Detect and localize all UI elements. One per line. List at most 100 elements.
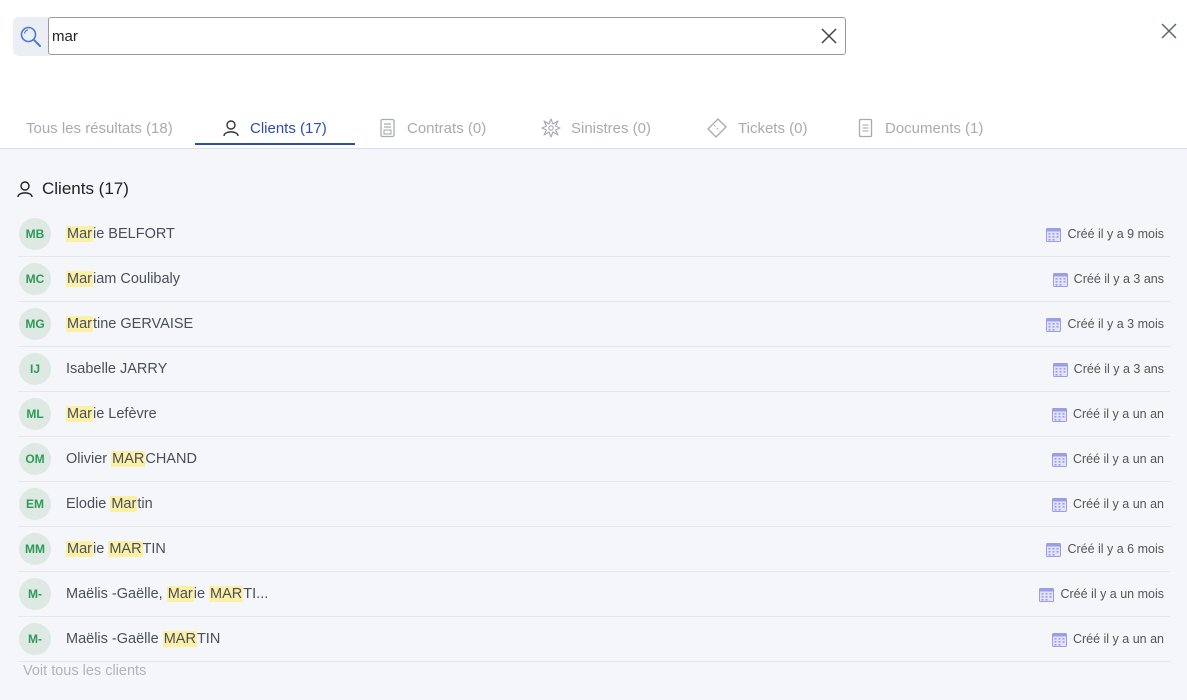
created-label: Créé il y a 3 mois bbox=[1067, 317, 1164, 331]
client-name: Marie BELFORT bbox=[66, 226, 175, 242]
search-highlight: MAR bbox=[162, 631, 197, 647]
close-icon[interactable] bbox=[1160, 22, 1178, 40]
calendar-icon bbox=[1052, 272, 1068, 287]
client-name: Maëlis -Gaëlle, Marie MARTI... bbox=[66, 586, 268, 602]
name-fragment: CHAND bbox=[145, 451, 197, 467]
calendar-icon bbox=[1051, 632, 1067, 647]
avatar: IJ bbox=[19, 353, 51, 385]
search-bar bbox=[13, 17, 848, 57]
tab-label: Contrats (0) bbox=[407, 119, 487, 137]
calendar-icon bbox=[1051, 497, 1067, 512]
calendar-icon bbox=[1046, 227, 1062, 242]
see-all-clients-link[interactable]: Voit tous les clients bbox=[23, 663, 146, 679]
avatar: ML bbox=[19, 398, 51, 430]
created-label: Créé il y a un an bbox=[1072, 407, 1164, 421]
ticket-icon bbox=[707, 118, 727, 138]
created-date: Créé il y a 3 ans bbox=[1052, 257, 1164, 301]
search-highlight: Mar bbox=[166, 586, 194, 602]
search-highlight: Mar bbox=[66, 541, 93, 557]
created-label: Créé il y a 9 mois bbox=[1067, 227, 1164, 241]
avatar: MG bbox=[19, 308, 51, 340]
tab-clients[interactable]: Clients (17) bbox=[222, 110, 327, 146]
calendar-icon bbox=[1051, 452, 1067, 467]
calendar-icon bbox=[1039, 587, 1055, 602]
active-tab-indicator bbox=[195, 143, 355, 145]
avatar: MB bbox=[19, 218, 51, 250]
contract-icon bbox=[380, 118, 395, 138]
client-row[interactable]: EM Elodie Martin Créé il y a un an bbox=[18, 482, 1170, 527]
tab-contracts[interactable]: Contrats (0) bbox=[379, 110, 486, 146]
client-name: Isabelle JARRY bbox=[66, 361, 167, 377]
name-fragment: iam Coulibaly bbox=[92, 271, 181, 287]
created-label: Créé il y a un an bbox=[1072, 452, 1164, 466]
client-name: Elodie Martin bbox=[66, 496, 153, 512]
client-row[interactable]: M- Maëlis -Gaëlle, Marie MARTI... Créé i… bbox=[18, 572, 1170, 617]
tab-label: Tous les résultats (18) bbox=[26, 119, 173, 137]
created-date: Créé il y a un an bbox=[1051, 437, 1164, 481]
client-row[interactable]: ML Marie Lefèvre Créé il y a un an bbox=[18, 392, 1170, 437]
calendar-icon bbox=[1052, 362, 1068, 377]
created-label: Créé il y a un an bbox=[1072, 632, 1164, 646]
created-date: Créé il y a un an bbox=[1051, 392, 1164, 436]
name-fragment: TIN bbox=[196, 631, 221, 647]
name-fragment: Maëlis -Gaëlle bbox=[66, 631, 163, 647]
client-name: Marie Lefèvre bbox=[66, 406, 157, 422]
client-name: Marie MARTIN bbox=[66, 541, 166, 557]
tab-label: Documents (1) bbox=[885, 119, 984, 137]
created-date: Créé il y a un an bbox=[1051, 617, 1164, 661]
search-highlight: Mar bbox=[66, 226, 93, 242]
clear-search-icon[interactable] bbox=[820, 27, 838, 45]
created-date: Créé il y a un an bbox=[1051, 482, 1164, 526]
created-date: Créé il y a 3 ans bbox=[1052, 347, 1164, 391]
calendar-icon bbox=[1051, 407, 1067, 422]
calendar-icon bbox=[1046, 317, 1062, 332]
search-highlight: Mar bbox=[66, 316, 93, 332]
client-row[interactable]: MG Martine GERVAISE Créé il y a 3 mois bbox=[18, 302, 1170, 347]
tab-tickets[interactable]: Tickets (0) bbox=[706, 110, 807, 146]
search-icon bbox=[13, 17, 49, 56]
burst-icon bbox=[541, 118, 561, 138]
document-icon bbox=[858, 118, 873, 138]
client-row[interactable]: OM Olivier MARCHAND Créé il y a un an bbox=[18, 437, 1170, 482]
created-date: Créé il y a 9 mois bbox=[1046, 212, 1164, 256]
search-highlight: Mar bbox=[110, 496, 138, 512]
tab-all-results[interactable]: Tous les résultats (18) bbox=[26, 110, 173, 146]
created-label: Créé il y a 3 ans bbox=[1073, 272, 1164, 286]
client-row[interactable]: M- Maëlis -Gaëlle MARTIN Créé il y a un … bbox=[18, 617, 1170, 662]
section-title-label: Clients (17) bbox=[42, 179, 129, 198]
calendar-icon bbox=[1046, 542, 1062, 557]
avatar: OM bbox=[19, 443, 51, 475]
section-title: Clients (17) bbox=[16, 179, 129, 199]
name-fragment: ie BELFORT bbox=[92, 226, 175, 242]
search-highlight: Mar bbox=[66, 406, 93, 422]
created-date: Créé il y a 3 mois bbox=[1046, 302, 1164, 346]
created-label: Créé il y a un an bbox=[1072, 497, 1164, 511]
result-tabs: Tous les résultats (18) Clients (17) Con… bbox=[0, 110, 1187, 149]
client-row[interactable]: MB Marie BELFORT Créé il y a 9 mois bbox=[18, 212, 1170, 257]
user-icon bbox=[17, 181, 33, 198]
client-name: Martine GERVAISE bbox=[66, 316, 193, 332]
name-fragment: tin bbox=[137, 496, 153, 512]
avatar: EM bbox=[19, 488, 51, 520]
search-highlight: MAR bbox=[209, 586, 244, 602]
avatar: MC bbox=[19, 263, 51, 295]
avatar: MM bbox=[19, 533, 51, 565]
name-fragment: ie bbox=[92, 541, 109, 557]
client-row[interactable]: IJ Isabelle JARRY Créé il y a 3 ans bbox=[18, 347, 1170, 392]
name-fragment: Olivier bbox=[66, 451, 112, 467]
search-highlight: MAR bbox=[111, 451, 146, 467]
client-row[interactable]: MC Mariam Coulibaly Créé il y a 3 ans bbox=[18, 257, 1170, 302]
tab-label: Tickets (0) bbox=[738, 119, 808, 137]
name-fragment: Isabelle JARRY bbox=[66, 361, 168, 377]
created-label: Créé il y a 6 mois bbox=[1067, 542, 1164, 556]
search-highlight: MAR bbox=[108, 541, 143, 557]
name-fragment: ie bbox=[193, 586, 210, 602]
avatar: M- bbox=[19, 578, 51, 610]
tab-documents[interactable]: Documents (1) bbox=[857, 110, 983, 146]
created-date: Créé il y a 6 mois bbox=[1046, 527, 1164, 571]
client-row[interactable]: MM Marie MARTIN Créé il y a 6 mois bbox=[18, 527, 1170, 572]
tab-label: Sinistres (0) bbox=[571, 119, 652, 137]
search-input[interactable] bbox=[48, 17, 846, 55]
created-label: Créé il y a 3 ans bbox=[1073, 362, 1164, 376]
tab-claims[interactable]: Sinistres (0) bbox=[541, 110, 651, 146]
